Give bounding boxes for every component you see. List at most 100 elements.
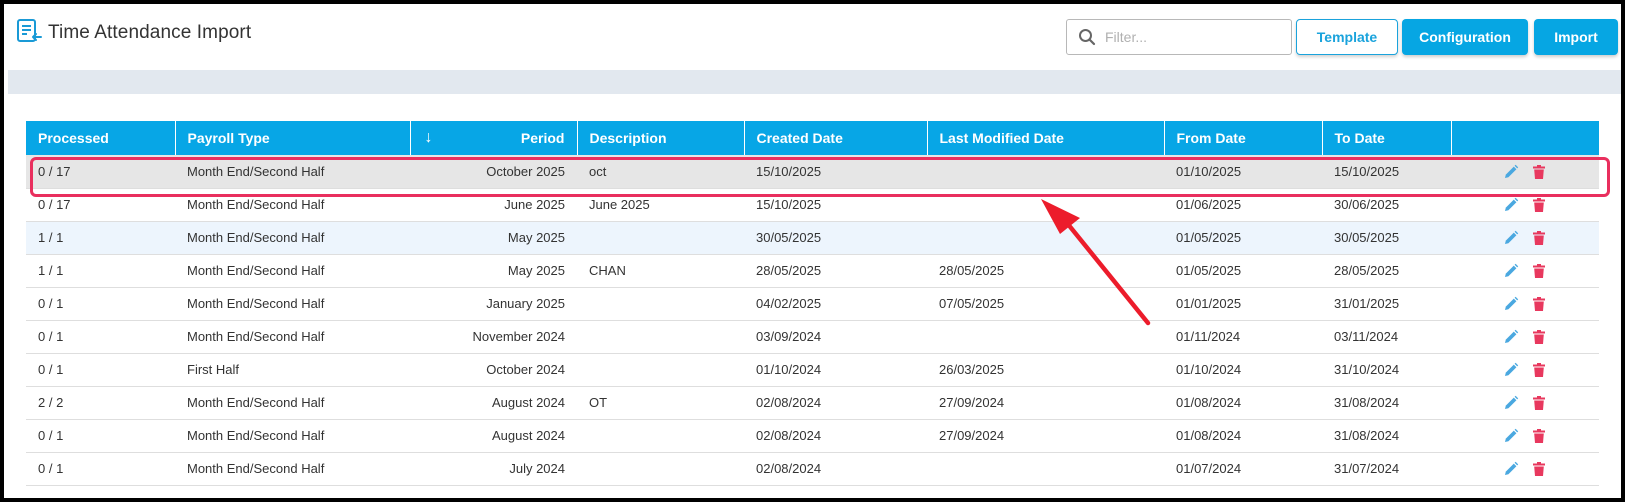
filter-input[interactable] (1105, 21, 1285, 53)
column-header-description[interactable]: Description (577, 121, 745, 155)
trash-delete-icon[interactable] (1531, 395, 1547, 411)
cell-to-date: 03/11/2024 (1334, 329, 1399, 344)
trash-delete-icon[interactable] (1531, 263, 1547, 279)
cell-last-modified-date (927, 221, 1164, 254)
table-row[interactable]: 0 / 1 Month End/Second Half November 202… (26, 320, 1599, 353)
cell-period: November 2024 (472, 329, 566, 344)
cell-payroll-type: Month End/Second Half (187, 197, 325, 212)
trash-delete-icon[interactable] (1531, 362, 1547, 378)
cell-actions (1451, 188, 1599, 221)
cell-actions (1451, 419, 1599, 452)
trash-delete-icon[interactable] (1531, 164, 1547, 180)
table-row[interactable]: 1 / 1 Month End/Second Half May 2025 30/… (26, 221, 1599, 254)
import-button[interactable]: Import (1534, 19, 1618, 55)
trash-delete-icon[interactable] (1531, 230, 1547, 246)
page-title: Time Attendance Import (48, 22, 252, 43)
cell-processed: 0 / 1 (38, 329, 64, 344)
table-row[interactable]: 0 / 17 Month End/Second Half June 2025 J… (26, 188, 1599, 221)
table-row[interactable]: 0 / 1 First Half October 2024 01/10/2024… (26, 353, 1599, 386)
trash-delete-icon[interactable] (1531, 329, 1547, 345)
pencil-edit-icon[interactable] (1503, 362, 1519, 378)
pencil-edit-icon[interactable] (1503, 230, 1519, 246)
cell-to-date: 15/10/2025 (1334, 163, 1400, 179)
cell-payroll-type: Month End/Second Half (187, 395, 325, 410)
cell-last-modified-date: 26/03/2025 (939, 362, 1005, 377)
cell-created-date: 03/09/2024 (756, 329, 822, 344)
cell-to-date: 31/01/2025 (1334, 296, 1400, 311)
cell-payroll-type: Month End/Second Half (187, 230, 325, 245)
page-header: Time Attendance Import Template Configur… (4, 4, 1621, 68)
column-header-created-date[interactable]: Created Date (744, 121, 928, 155)
cell-actions (1451, 353, 1599, 386)
cell-payroll-type: Month End/Second Half (187, 428, 325, 443)
cell-payroll-type: Month End/Second Half (187, 263, 325, 278)
column-header-payroll-type[interactable]: Payroll Type (175, 121, 411, 155)
cell-period: August 2024 (491, 428, 565, 443)
table-row[interactable]: 0 / 1 Month End/Second Half August 2024 … (26, 419, 1599, 452)
filter-box[interactable] (1066, 19, 1292, 55)
cell-actions (1451, 287, 1599, 320)
cell-actions (1451, 155, 1599, 188)
cell-from-date: 01/08/2024 (1176, 428, 1242, 443)
pencil-edit-icon[interactable] (1503, 296, 1519, 312)
cell-to-date: 28/05/2025 (1334, 263, 1400, 278)
pencil-edit-icon[interactable] (1503, 197, 1519, 213)
cell-from-date: 01/10/2025 (1176, 163, 1242, 179)
trash-delete-icon[interactable] (1531, 197, 1547, 213)
pencil-edit-icon[interactable] (1503, 164, 1519, 180)
cell-last-modified-date (927, 320, 1164, 353)
cell-period: July 2024 (509, 461, 565, 476)
cell-description: oct (589, 163, 607, 179)
trash-delete-icon[interactable] (1531, 296, 1547, 312)
sort-down-arrow-icon[interactable]: ↓ (425, 129, 433, 147)
table-row[interactable]: 2 / 2 Month End/Second Half August 2024 … (26, 386, 1599, 419)
cell-from-date: 01/05/2025 (1176, 263, 1242, 278)
column-header-processed[interactable]: Processed (26, 121, 176, 155)
column-header-period-label: Period (520, 130, 565, 146)
template-button[interactable]: Template (1296, 19, 1398, 55)
cell-actions (1451, 452, 1599, 485)
cell-actions (1451, 221, 1599, 254)
cell-description (577, 287, 744, 320)
column-header-period[interactable]: ↓ Period (410, 121, 578, 155)
cell-to-date: 31/08/2024 (1334, 395, 1400, 410)
cell-description: OT (589, 395, 608, 410)
column-header-last-modified-date[interactable]: Last Modified Date (927, 121, 1165, 155)
trash-delete-icon[interactable] (1531, 428, 1547, 444)
cell-last-modified-date: 27/09/2024 (939, 395, 1005, 410)
pencil-edit-icon[interactable] (1503, 395, 1519, 411)
table-row[interactable]: 1 / 1 Month End/Second Half May 2025 CHA… (26, 254, 1599, 287)
pencil-edit-icon[interactable] (1503, 263, 1519, 279)
table-row[interactable]: 0 / 17 Month End/Second Half October 202… (26, 155, 1599, 188)
pencil-edit-icon[interactable] (1503, 428, 1519, 444)
cell-last-modified-date: 28/05/2025 (939, 263, 1005, 278)
cell-created-date: 02/08/2024 (756, 428, 822, 443)
cell-payroll-type: Month End/Second Half (187, 296, 325, 311)
cell-from-date: 01/11/2024 (1176, 329, 1241, 344)
cell-from-date: 01/07/2024 (1176, 461, 1242, 476)
cell-period: August 2024 (491, 395, 565, 410)
cell-last-modified-date (927, 452, 1164, 485)
cell-from-date: 01/06/2025 (1176, 197, 1242, 212)
table-row[interactable]: 0 / 1 Month End/Second Half January 2025… (26, 287, 1599, 320)
cell-payroll-type: Month End/Second Half (187, 329, 325, 344)
cell-created-date: 15/10/2025 (756, 197, 822, 212)
table-row[interactable]: 0 / 1 Month End/Second Half July 2024 02… (26, 452, 1599, 485)
cell-created-date: 01/10/2024 (756, 362, 822, 377)
cell-processed: 0 / 17 (38, 163, 71, 179)
cell-last-modified-date (927, 188, 1164, 221)
cell-payroll-type: Month End/Second Half (187, 163, 325, 179)
cell-to-date: 31/07/2024 (1334, 461, 1400, 476)
configuration-button[interactable]: Configuration (1402, 19, 1528, 55)
cell-description (577, 353, 744, 386)
column-header-to-date[interactable]: To Date (1322, 121, 1452, 155)
cell-actions (1451, 254, 1599, 287)
column-header-from-date[interactable]: From Date (1164, 121, 1323, 155)
cell-description: CHAN (589, 263, 626, 278)
pencil-edit-icon[interactable] (1503, 329, 1519, 345)
trash-delete-icon[interactable] (1531, 461, 1547, 477)
cell-description (577, 320, 744, 353)
cell-processed: 0 / 1 (38, 428, 64, 443)
pencil-edit-icon[interactable] (1503, 461, 1519, 477)
cell-description (577, 452, 744, 485)
